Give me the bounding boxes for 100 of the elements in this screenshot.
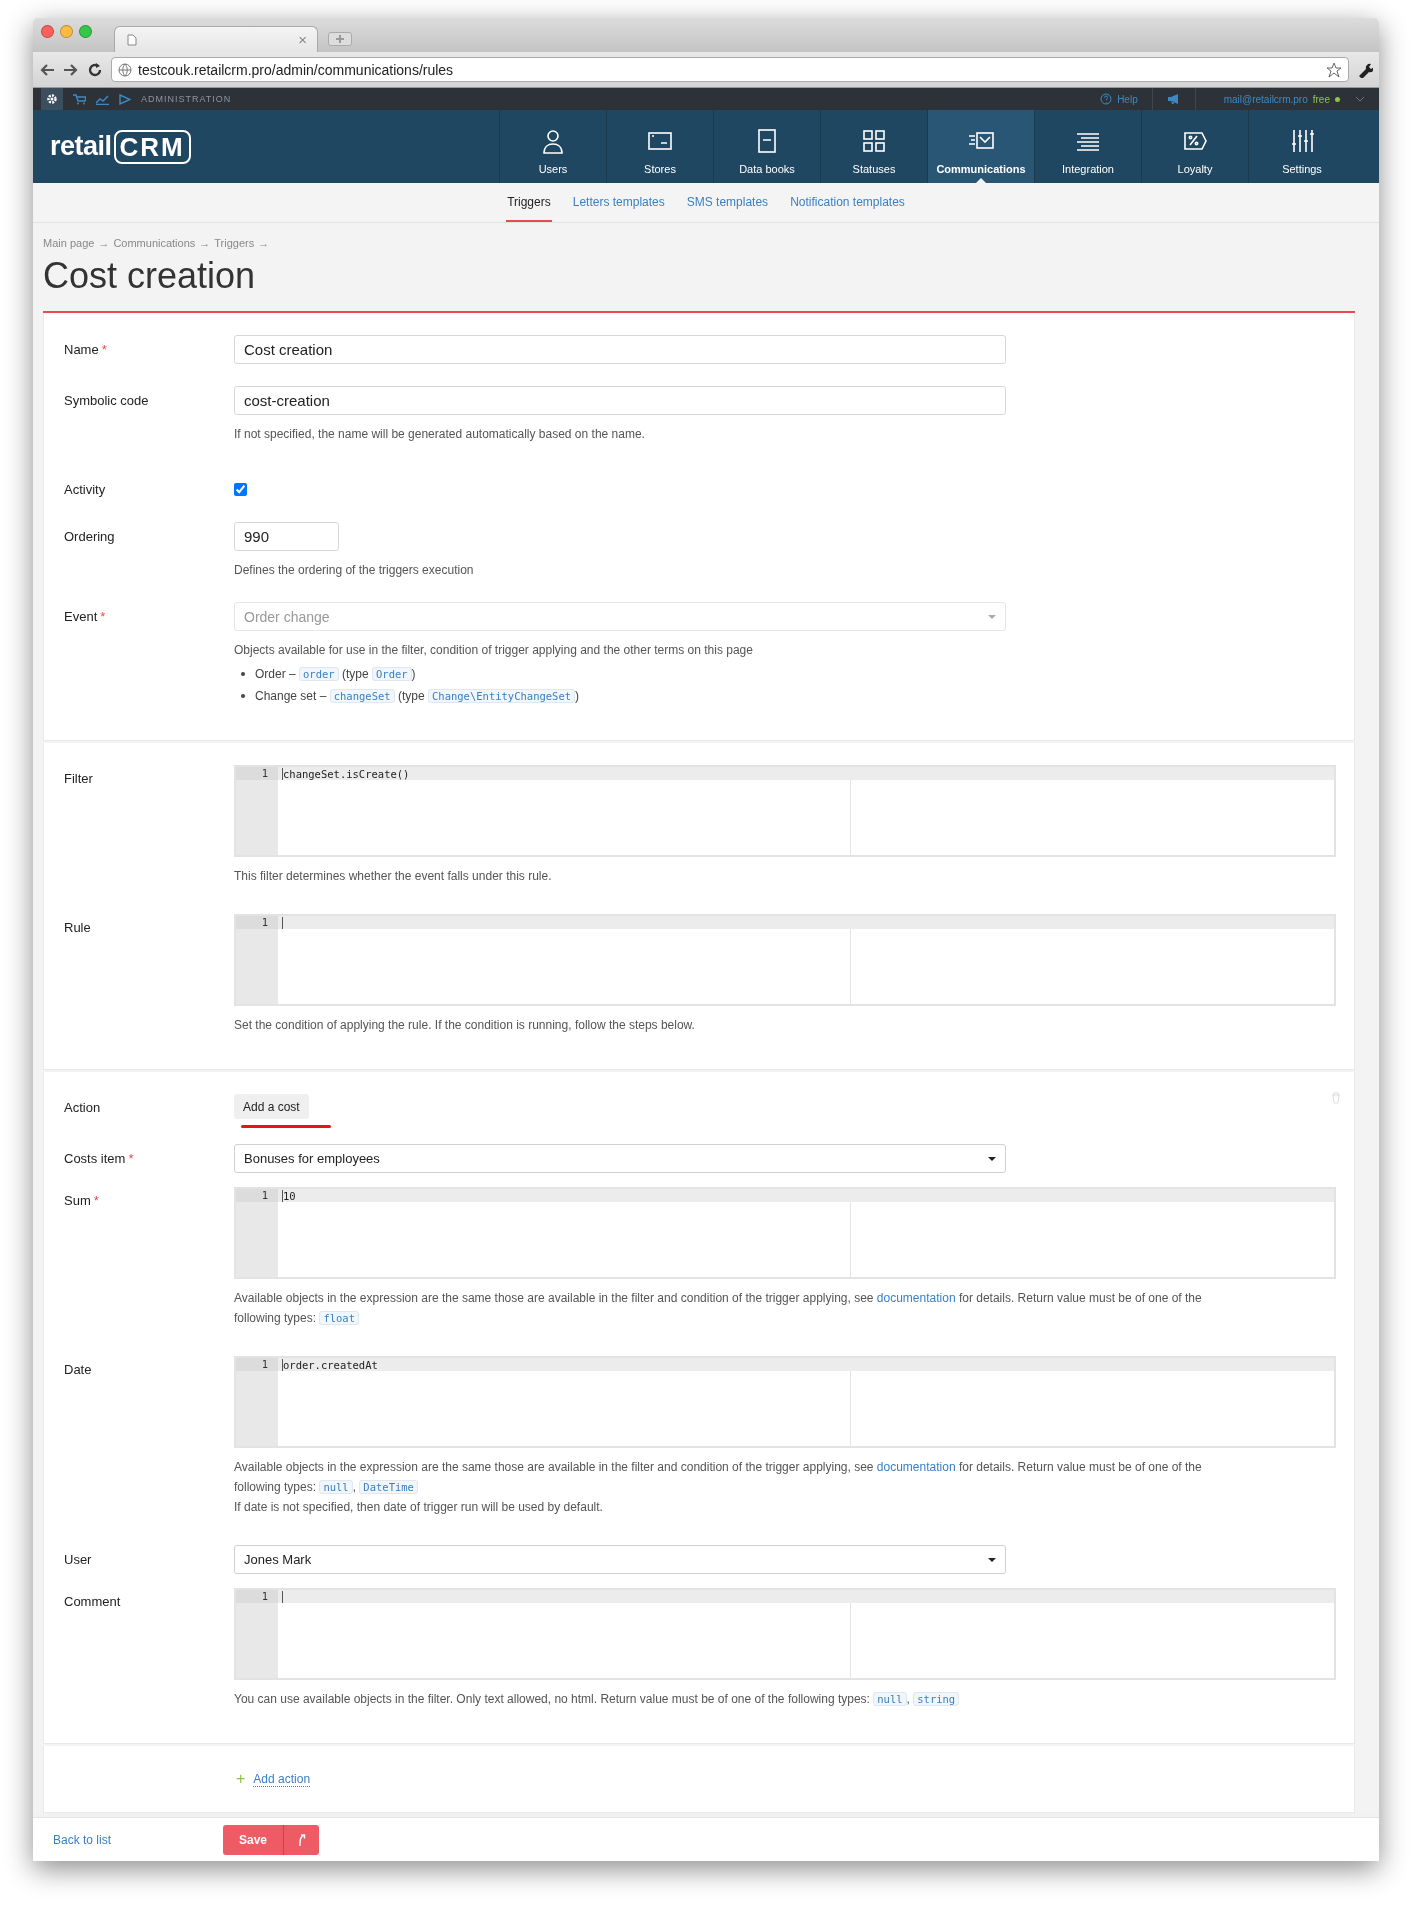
line-number: 1 — [236, 767, 278, 780]
code-tag: order — [299, 667, 339, 681]
save-options-button[interactable] — [283, 1824, 319, 1855]
field-label: Rule — [64, 920, 91, 935]
status-dot — [1335, 96, 1340, 102]
star-icon[interactable] — [1326, 61, 1342, 78]
line-number: 1 — [236, 916, 278, 929]
field-label: Action — [64, 1100, 101, 1115]
field-label: User — [64, 1552, 92, 1567]
code-line: changeSet.isCreate() — [283, 767, 410, 780]
page-icon — [127, 33, 137, 46]
code-tag: Change\EntityChangeSet — [428, 689, 576, 703]
breadcrumb-separator: → — [258, 237, 270, 249]
field-label: Symbolic code — [64, 393, 149, 408]
settings-icon[interactable] — [41, 88, 63, 110]
code-editor[interactable]: 1 — [234, 1588, 1336, 1680]
forward-icon[interactable] — [63, 62, 79, 77]
text-field[interactable]: Cost creation — [234, 335, 1006, 364]
grid-icon — [861, 128, 887, 154]
plus-icon — [336, 35, 344, 43]
reload-icon[interactable] — [87, 61, 103, 78]
sub-tab[interactable]: SMS templates — [685, 183, 770, 222]
plan-label: free — [1312, 93, 1330, 105]
required-mark: * — [93, 1193, 99, 1208]
back-icon[interactable] — [39, 62, 55, 77]
plus-icon: + — [236, 1770, 246, 1788]
chart-icon[interactable] — [96, 93, 109, 105]
sub-tab[interactable]: Notification templates — [789, 183, 906, 222]
code-tag: null — [873, 1692, 907, 1706]
line-number: 1 — [236, 1189, 278, 1202]
field-label: Comment — [64, 1594, 121, 1609]
required-mark: * — [101, 342, 107, 357]
code-tag: null — [319, 1480, 353, 1494]
code-tag: changeSet — [329, 689, 395, 703]
address-field[interactable]: testcouk.retailcrm.pro/admin/communications/rules — [111, 57, 1349, 82]
required-mark: * — [128, 1151, 134, 1166]
help-text: Available objects in the expression are the same those are available in the filter and condition of the trigger applying, see documentation for details. Return value must be of one of the following types: null , DateTime — [234, 1459, 1203, 1496]
text-cursor — [282, 1189, 283, 1202]
help-icon[interactable] — [1100, 93, 1113, 105]
help-text: This filter determines whether the event falls under this rule. — [234, 868, 553, 885]
documentation-link[interactable]: documentation — [876, 1460, 956, 1474]
select-field[interactable]: Bonuses for employees — [234, 1144, 1006, 1173]
bullet-icon — [241, 694, 245, 698]
select-field[interactable]: Jones Mark — [234, 1545, 1006, 1574]
code-tag: DateTime — [359, 1480, 418, 1494]
help-text: Set the condition of applying the rule. If the condition is running, follow the steps below. — [234, 1017, 696, 1034]
text-cursor — [282, 1590, 283, 1603]
line-number: 1 — [236, 1358, 278, 1371]
play-icon[interactable] — [119, 93, 131, 105]
text-field[interactable]: cost-creation — [234, 386, 1006, 415]
bullet-icon — [241, 672, 245, 676]
object-item: Change set – changeSet (type Change\EntityChangeSet ) — [255, 688, 580, 705]
cart-icon[interactable] — [73, 93, 86, 105]
field-label: Date — [64, 1362, 92, 1377]
field-label: Activity — [64, 482, 106, 497]
close-window-button[interactable] — [41, 24, 54, 38]
dropdown-caret-icon — [988, 1156, 996, 1161]
code-tag: string — [913, 1692, 960, 1706]
help-text: If not specified, the name will be generated automatically based on the name. — [234, 426, 646, 443]
dropdown-caret-icon — [988, 1557, 996, 1562]
sub-tab[interactable]: Letters templates — [571, 183, 666, 222]
code-editor[interactable]: 1 — [234, 914, 1336, 1006]
nav-item[interactable]: Communications — [927, 110, 1034, 183]
megaphone-icon[interactable] — [1166, 93, 1181, 105]
add-action-link[interactable]: Add action — [253, 1771, 311, 1787]
help-text: You can use available objects in the filter. Only text allowed, no html. Return value must be of one of the following types: null , string — [234, 1689, 1204, 1709]
chevron-down-icon[interactable] — [1355, 96, 1365, 102]
code-line: order.createdAt — [283, 1358, 378, 1371]
text-field[interactable]: 990 — [234, 522, 339, 551]
field-label: Ordering — [64, 529, 115, 544]
zoom-window-button[interactable] — [79, 24, 92, 38]
object-item: Order – order (type Order ) — [255, 666, 416, 683]
new-tab-button[interactable] — [328, 32, 352, 46]
checkbox[interactable] — [234, 483, 247, 496]
account-email[interactable]: mail@retailcrm.pro — [1223, 93, 1308, 105]
dropdown-caret-icon — [988, 614, 996, 619]
code-editor[interactable]: 1 10 — [234, 1187, 1336, 1279]
code-editor[interactable]: 1 order.createdAt — [234, 1356, 1336, 1448]
minimize-window-button[interactable] — [60, 24, 73, 38]
field-label: Name — [64, 342, 99, 357]
field-label: Filter — [64, 771, 93, 786]
globe-icon — [118, 62, 132, 77]
back-link[interactable]: Back to list — [53, 1832, 223, 1847]
sliders-icon — [1289, 128, 1315, 154]
logo[interactable]: retail CRM — [50, 110, 191, 183]
text-cursor — [282, 1358, 283, 1371]
required-mark: * — [100, 609, 106, 624]
breadcrumb-separator: → — [98, 237, 110, 249]
documentation-link[interactable]: documentation — [876, 1291, 956, 1305]
help-text: Available objects in the expression are the same those are available in the filter and condition of the trigger applying, see documentation for details. Return value must be of one of the following types: float — [234, 1290, 1203, 1327]
help-text: Defines the ordering of the triggers execution — [234, 562, 475, 579]
person-icon — [540, 128, 566, 154]
line-number: 1 — [236, 1590, 278, 1603]
wrench-icon[interactable] — [1357, 61, 1373, 78]
breadcrumb-separator: → — [199, 237, 211, 249]
code-line: 10 — [283, 1189, 296, 1202]
code-editor[interactable]: 1 changeSet.isCreate() — [234, 765, 1336, 857]
action-tab[interactable]: Add a cost — [234, 1094, 309, 1119]
code-tag: Order — [372, 667, 412, 681]
help-link[interactable]: Help — [1117, 93, 1138, 105]
